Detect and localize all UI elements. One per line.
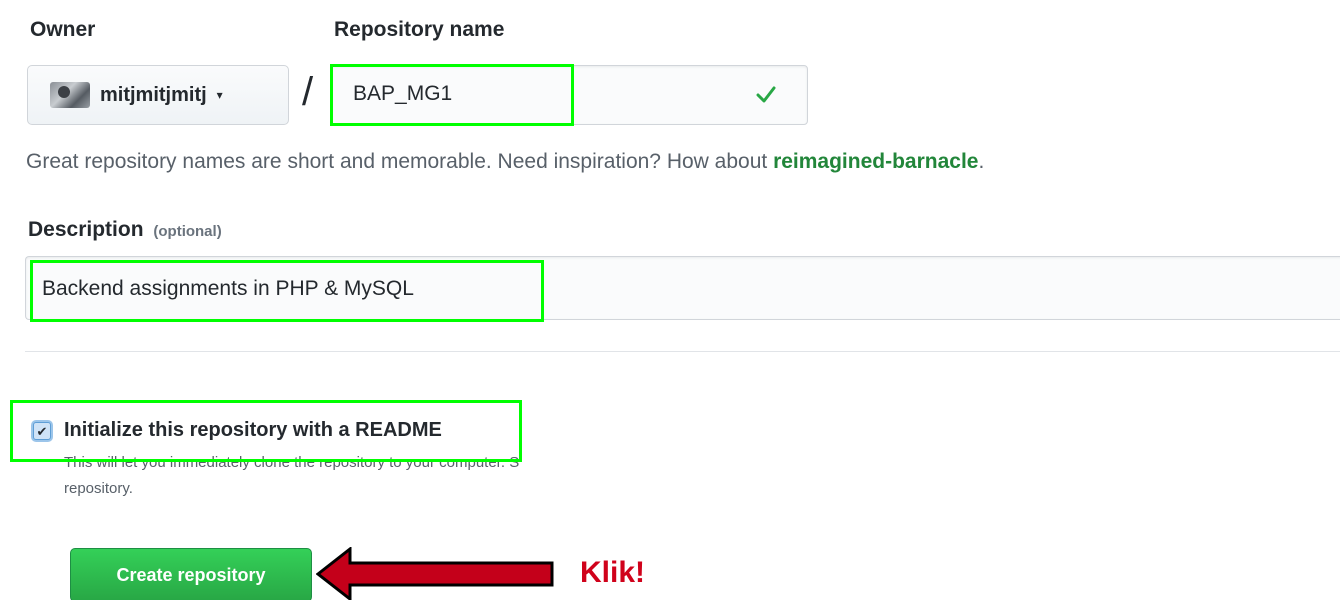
readme-note-line2: repository. <box>64 480 133 497</box>
klik-annotation: Klik! <box>580 556 646 589</box>
owner-name: mitjmitjmitj <box>100 83 207 106</box>
description-label: Description (optional) <box>28 218 222 242</box>
pointer-arrow-icon <box>316 547 554 600</box>
description-label-text: Description <box>28 218 144 241</box>
description-value: Backend assignments in PHP & MySQL <box>42 277 414 300</box>
owner-label: Owner <box>30 18 96 41</box>
name-suggestion-link[interactable]: reimagined-barnacle <box>773 150 978 173</box>
owner-dropdown[interactable]: mitjmitjmitj ▾ <box>27 65 289 125</box>
readme-checkbox[interactable]: ✔ <box>33 422 51 440</box>
hint-end: . <box>978 150 985 173</box>
description-input[interactable]: Backend assignments in PHP & MySQL <box>25 256 1340 320</box>
repository-name-label: Repository name <box>334 18 505 41</box>
check-icon <box>756 86 776 103</box>
divider <box>25 351 1340 352</box>
optional-tag: (optional) <box>153 223 222 240</box>
readme-note: This will let you immediately clone the … <box>64 450 684 502</box>
owner-repo-separator: / <box>302 70 314 114</box>
readme-checkbox-label[interactable]: Initialize this repository with a README <box>64 419 442 442</box>
new-repository-form: Owner Repository name mitjmitjmitj ▾ / B… <box>0 0 1340 600</box>
create-repository-button[interactable]: Create repository <box>70 548 312 600</box>
avatar <box>50 82 90 108</box>
readme-note-line1: This will let you immediately clone the … <box>64 454 520 471</box>
repository-name-value: BAP_MG1 <box>353 82 453 105</box>
hint-text: Great repository names are short and mem… <box>26 150 774 173</box>
repository-name-input[interactable]: BAP_MG1 <box>330 65 808 125</box>
repository-name-hint: Great repository names are short and mem… <box>26 150 984 174</box>
caret-down-icon: ▾ <box>216 88 223 102</box>
